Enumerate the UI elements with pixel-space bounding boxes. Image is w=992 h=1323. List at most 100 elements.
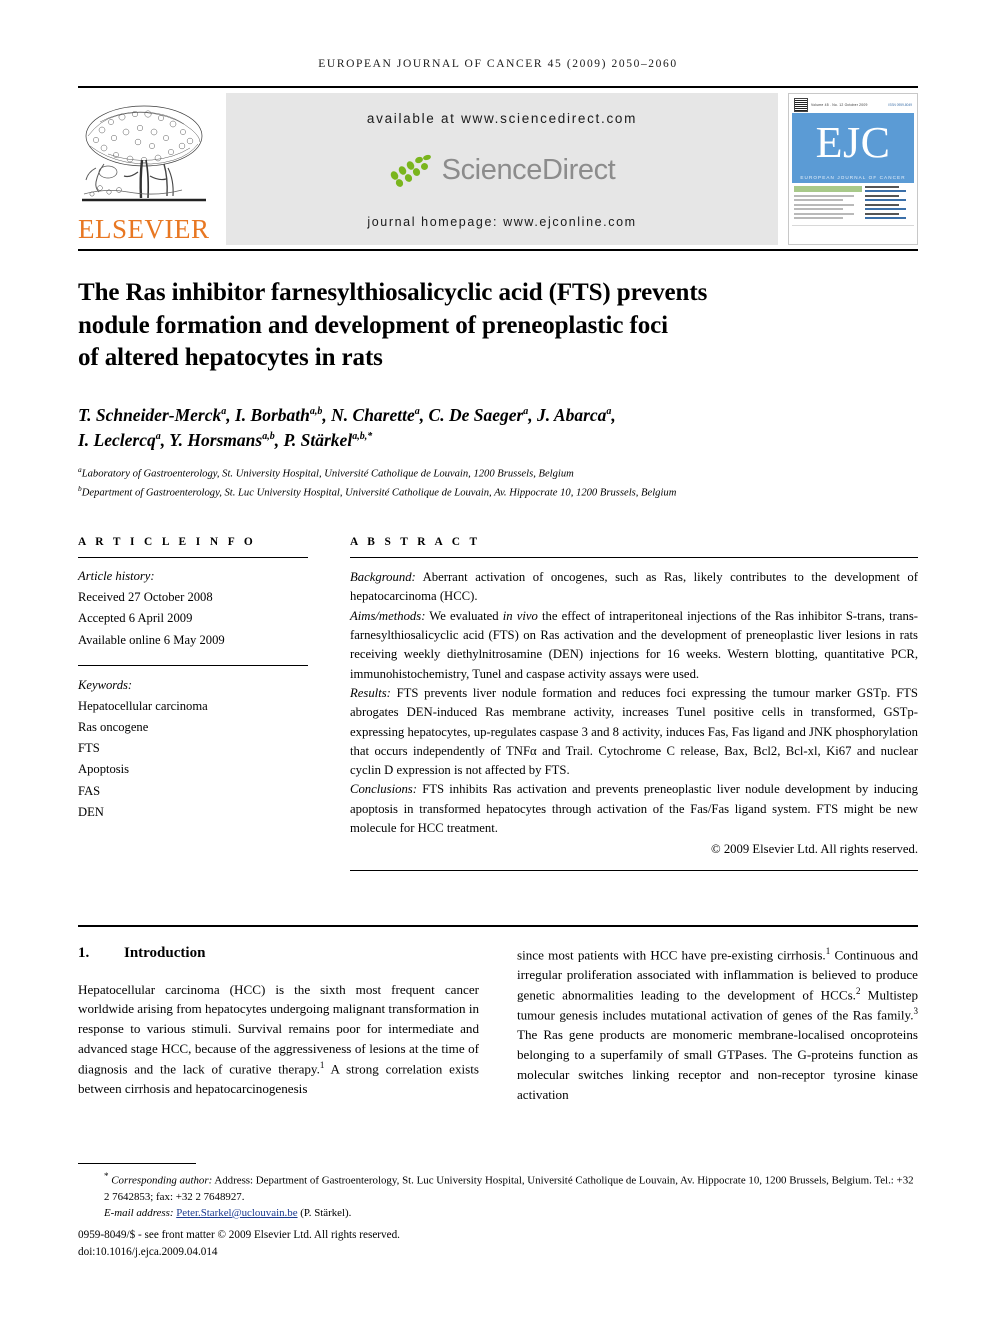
email-note: E-mail address: Peter.Starkel@uclouvain.… xyxy=(78,1205,918,1221)
abstract-conclusions: Conclusions: FTS inhibits Ras activation… xyxy=(350,780,918,838)
cover-contents-side xyxy=(865,185,912,222)
body-rule xyxy=(78,924,918,927)
abstract-results-label: Results: xyxy=(350,685,391,700)
cover-contents-line xyxy=(794,212,854,215)
header-rule-top xyxy=(78,86,918,88)
cover-side-line xyxy=(865,185,899,188)
keywords-label: Keywords: xyxy=(78,677,133,692)
info-abstract-block: A R T I C L E I N F O Article history: R… xyxy=(78,536,918,871)
journal-running-head: EUROPEAN JOURNAL OF CANCER 45 (2009) 205… xyxy=(318,58,678,70)
sciencedirect-wordmark: ScienceDirect xyxy=(441,154,616,186)
abstract-results-text: FTS prevents liver nodule formation and … xyxy=(350,685,918,778)
body-column-right: since most patients with HCC have pre-ex… xyxy=(517,945,918,1105)
author-affiliation-marker: a xyxy=(221,405,227,417)
affiliation-a-text: Laboratory of Gastroenterology, St. Univ… xyxy=(81,468,574,480)
abstract-bottom-rule xyxy=(350,869,918,871)
introduction-title: Introduction xyxy=(124,944,206,961)
elsevier-tree-icon xyxy=(78,102,210,214)
title-line-2: nodule formation and development of pren… xyxy=(78,311,668,339)
author-affiliation-marker: a,b xyxy=(262,431,275,443)
abstract-heading: A B S T R A C T xyxy=(350,536,481,549)
article-history: Article history: Received 27 October 200… xyxy=(78,558,308,665)
cover-side-line xyxy=(865,194,899,197)
introduction-heading: 1. Introduction xyxy=(78,945,479,962)
title-line-1: The Ras inhibitor farnesylthiosalicyclic… xyxy=(78,279,708,306)
elsevier-logo-block: ELSEVIER xyxy=(78,93,226,245)
cover-contents-line xyxy=(794,208,843,211)
journal-cover-thumbnail: Volume 45 . No. 12 October 2009 ISSN 095… xyxy=(788,93,918,245)
sciencedirect-logo: ScienceDirect xyxy=(388,153,616,188)
journal-banner: ELSEVIER available at www.sciencedirect.… xyxy=(78,93,918,245)
cover-side-line xyxy=(865,199,907,202)
article-history-item: Received 27 October 2008 xyxy=(78,590,213,605)
sciencedirect-leaf-icon xyxy=(388,153,435,188)
abstract-aims-label: Aims/methods: xyxy=(350,608,426,623)
affiliations: aLaboratory of Gastroenterology, St. Uni… xyxy=(78,464,918,502)
keyword-item: Ras oncogene xyxy=(78,720,149,735)
affiliation-b: bDepartment of Gastroenterology, St. Luc… xyxy=(78,483,918,502)
author-name: C. De Saeger xyxy=(428,404,524,425)
available-at-text: available at www.sciencedirect.com xyxy=(366,111,638,126)
abstract-aims: Aims/methods: We evaluated in vivo the e… xyxy=(350,607,918,684)
affiliation-a: aLaboratory of Gastroenterology, St. Uni… xyxy=(78,464,918,483)
email-link[interactable]: Peter.Starkel@uclouvain.be xyxy=(176,1207,297,1219)
author-name: P. Stärkel xyxy=(283,429,353,450)
abstract-aims-text-1: We evaluated xyxy=(425,608,503,623)
email-label: E-mail address: xyxy=(104,1206,174,1219)
affiliation-b-text: Department of Gastroenterology, St. Luc … xyxy=(81,487,677,499)
cover-side-line xyxy=(865,203,899,206)
elsevier-wordmark: ELSEVIER xyxy=(78,214,210,244)
journal-homepage-text: journal homepage: www.ejconline.com xyxy=(367,215,637,229)
corresponding-author-label: Corresponding author: xyxy=(111,1174,213,1187)
keyword-item: FTS xyxy=(78,741,100,756)
email-person: (P. Stärkel). xyxy=(297,1206,352,1219)
cover-contents-line xyxy=(794,194,854,197)
abstract-body: Background: Aberrant activation of oncog… xyxy=(350,558,918,859)
article-history-item: Available online 6 May 2009 xyxy=(78,632,225,647)
article-history-label: Article history: xyxy=(78,569,155,584)
author-affiliation-marker: a xyxy=(606,405,612,417)
sciencedirect-banner: available at www.sciencedirect.com Scien… xyxy=(226,93,778,245)
author-line-1: T. Schneider-Mercka, I. Borbatha,b, N. C… xyxy=(78,404,616,425)
cover-contents-main xyxy=(794,185,863,222)
keyword-item: DEN xyxy=(78,804,104,819)
introduction-number: 1. xyxy=(78,944,90,961)
cover-highlight-bar xyxy=(794,185,863,192)
cover-masthead: Volume 45 . No. 12 October 2009 ISSN 095… xyxy=(792,97,914,113)
abstract-results: Results: FTS prevents liver nodule forma… xyxy=(350,684,918,780)
abstract-background: Background: Aberrant activation of oncog… xyxy=(350,568,918,607)
abstract-background-label: Background: xyxy=(350,570,416,585)
corresponding-author-text: Address: Department of Gastroenterology,… xyxy=(104,1174,914,1203)
issn-line: 0959-8049/$ - see front matter © 2009 El… xyxy=(78,1229,400,1242)
cover-volume-label: Volume 45 . No. 12 October 2009 xyxy=(811,103,868,108)
title-line-3: of altered hepatocytes in rats xyxy=(78,344,383,371)
author-name: I. Borbath xyxy=(235,404,310,425)
keywords-list: Keywords: Hepatocellular carcinoma Ras o… xyxy=(78,666,308,823)
footer-imprint: 0959-8049/$ - see front matter © 2009 El… xyxy=(78,1227,918,1261)
article-info-heading: A R T I C L E I N F O xyxy=(78,536,257,549)
author-line-2: I. Leclercqa, Y. Horsmansa,b, P. Stärkel… xyxy=(78,429,373,450)
author-affiliation-marker: a xyxy=(414,405,420,417)
author-affiliation-marker: a,b,* xyxy=(352,431,373,443)
abstract-aims-italic: in vivo xyxy=(502,608,538,623)
doi-line: doi:10.1016/j.ejca.2009.04.014 xyxy=(78,1245,218,1258)
keyword-item: FAS xyxy=(78,783,101,798)
author-name: Y. Horsmans xyxy=(169,429,263,450)
abstract-conclusions-text: FTS inhibits Ras activation and prevents… xyxy=(350,782,918,835)
page-footer: * Corresponding author: Address: Departm… xyxy=(78,1163,918,1261)
intro-right-text-4: The Ras gene products are monomeric memb… xyxy=(517,1027,918,1102)
author-affiliation-marker: a xyxy=(155,431,161,443)
cover-contents-line xyxy=(794,199,843,202)
corresponding-author-note: * Corresponding author: Address: Departm… xyxy=(78,1170,918,1205)
author-name: N. Charette xyxy=(331,404,415,425)
cover-side-line xyxy=(865,217,907,220)
keyword-item: Apoptosis xyxy=(78,762,130,777)
cover-side-line xyxy=(865,208,907,211)
introduction-text-left: Hepatocellular carcinoma (HCC) is the si… xyxy=(78,980,479,1100)
cover-side-line xyxy=(865,190,907,193)
author-list: T. Schneider-Mercka, I. Borbatha,b, N. C… xyxy=(78,403,918,454)
abstract-background-text: Aberrant activation of oncogenes, such a… xyxy=(350,570,918,604)
cover-journal-title: EUROPEAN JOURNAL OF CANCER xyxy=(792,173,914,183)
cover-logo-block: EJC xyxy=(792,113,914,174)
cover-contents-line xyxy=(794,203,854,206)
